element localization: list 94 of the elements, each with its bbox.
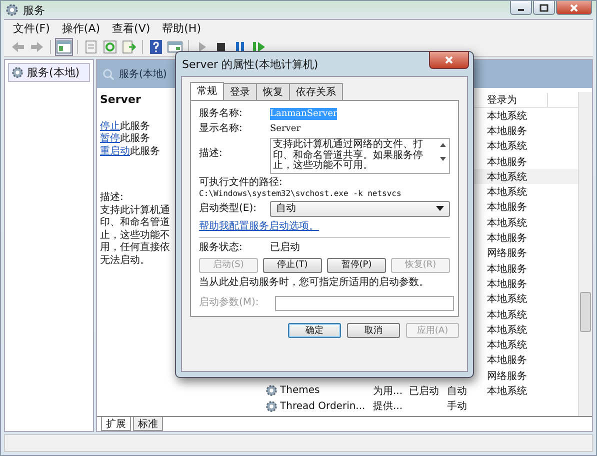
logon-cell-text: 本地系统 (487, 324, 527, 337)
startup-type-cell-text: 手动 (447, 400, 467, 414)
action-text: 此服务 (120, 133, 150, 144)
action-link[interactable]: 停止 (100, 120, 120, 132)
view-tab[interactable]: 扩展 (101, 417, 131, 431)
path-value: C:\Windows\system32\svchost.exe -k netsvcs (199, 188, 402, 198)
logon-cell-text: 网络服务 (487, 247, 527, 260)
column-header[interactable]: 登录为 (486, 92, 548, 106)
display-name-value: Server (270, 122, 301, 134)
action-link[interactable]: 重启动 (100, 146, 130, 156)
properties-icon[interactable] (83, 38, 99, 54)
service-button[interactable]: 暂停(P) (327, 258, 386, 272)
dialog-tab[interactable]: 依存关系 (289, 83, 343, 100)
logon-cell-text: 本地服务 (487, 354, 527, 368)
dialog-tab[interactable]: 恢复 (256, 83, 290, 100)
view-tab[interactable]: 标准 (133, 417, 163, 431)
menu-item[interactable]: 操作(A) (56, 21, 106, 36)
caret-icon (436, 206, 444, 211)
panel-title: 服务(本地) (119, 68, 167, 81)
help-link[interactable]: 帮助我配置服务启动选项。 (199, 220, 450, 232)
logon-cell-text: 本地服务 (487, 232, 527, 246)
description-cell-text: 为用... (373, 384, 403, 398)
action-text: 此服务 (120, 120, 150, 132)
tree-item-label: 服务(本地) (27, 65, 80, 80)
help-icon[interactable] (148, 38, 164, 54)
logon-cell-text: 本地服务 (487, 200, 527, 214)
path-label: 可执行文件的路径: (199, 176, 284, 188)
service-button[interactable]: 停止(T) (263, 258, 322, 272)
description-text: 支持此计算机通过网络的文件、打印、和命名管道共享。如果服务停止，这些功能不可用。 (273, 140, 424, 172)
refresh-icon[interactable] (102, 38, 118, 54)
startup-type-dropdown[interactable]: 自动 (270, 200, 450, 216)
field-label: 描述: (199, 148, 224, 160)
field-label: 服务名称: (199, 108, 244, 120)
action-text: 此服务 (130, 146, 160, 156)
logon-cell-text: 本地系统 (487, 338, 527, 352)
logon-cell-text: 本地系统 (487, 186, 527, 200)
logon-cell-text: 本地系统 (487, 110, 527, 123)
maximize-button[interactable] (533, 1, 555, 15)
menu-item[interactable]: 文件(F) (8, 21, 55, 36)
logon-cell-text: 本地服务 (487, 124, 527, 138)
window-icon[interactable] (167, 38, 183, 54)
logon-cell-text: 网络服务 (487, 370, 527, 383)
description-line: 支持此计算机通 (100, 204, 170, 216)
console-tree-icon[interactable] (56, 38, 72, 54)
gear-icon (265, 384, 278, 398)
search-icon (102, 68, 115, 80)
field-label: 服务状态: (199, 242, 244, 254)
service-name-cell: Thread Orderin... (280, 400, 366, 412)
window-title: 服务 (23, 2, 45, 18)
description-line: 用，任何直接依 (100, 242, 170, 254)
dialog-title: Server 的属性(本地计算机) (182, 56, 318, 72)
close-icon (444, 56, 454, 64)
status-cell-text: 已启动 (409, 384, 439, 398)
export-icon[interactable] (121, 38, 137, 54)
logon-cell-text: 本地系统 (487, 140, 527, 154)
logon-cell-text: 本地服务 (487, 278, 527, 291)
dialog-tab[interactable]: 登录 (223, 83, 257, 100)
dialog-button[interactable]: 取消 (347, 322, 400, 338)
service-name-value: LanmanServer (270, 108, 338, 120)
maximize-icon (539, 4, 549, 12)
dialog-button[interactable]: 确定 (288, 322, 341, 338)
logon-cell-text: 本地服务 (487, 262, 527, 276)
description-box[interactable]: 支持此计算机通过网络的文件、打印、和命名管道共享。如果服务停止，这些功能不可用。 (270, 138, 450, 174)
menu-item[interactable]: 帮助(H) (157, 21, 206, 36)
close-button[interactable] (556, 1, 592, 15)
gear-icon (5, 3, 19, 17)
gear-icon (11, 66, 24, 79)
scrollbar[interactable] (578, 92, 592, 416)
logon-cell-text: 本地系统 (487, 308, 527, 322)
description-line: 无法启动。 (100, 254, 150, 267)
service-title: Server (100, 94, 142, 106)
minimize-button[interactable] (510, 1, 532, 15)
service-status-value: 已启动 (270, 242, 300, 254)
field-label: 显示名称: (199, 122, 244, 134)
logon-cell-text: 本地服务 (487, 156, 527, 169)
startup-type-cell-text: 自动 (447, 384, 467, 398)
field-label: 启动参数(M): (199, 297, 260, 309)
logon-cell-text: 本地系统 (487, 384, 527, 398)
description-line: 止，这些功能不 (100, 230, 170, 242)
dialog-tab[interactable]: 常规 (190, 82, 224, 100)
menu-item[interactable]: 查看(V) (107, 21, 156, 36)
close-button[interactable] (429, 51, 469, 69)
logon-cell-text: 本地系统 (487, 170, 527, 184)
action-link[interactable]: 暂停 (100, 133, 120, 144)
description-cell-text: 提供... (373, 400, 403, 414)
gear-icon (265, 400, 278, 413)
field-label: 启动类型(E): (199, 202, 258, 214)
close-icon (569, 4, 579, 12)
hint-text: 当从此处启动服务时，您可指定所适用的启动参数。 (199, 276, 430, 288)
logon-cell-text: 本地系统 (487, 216, 527, 230)
description-line: 印、和命名管道 (100, 217, 170, 230)
service-name-cell: Themes (280, 385, 320, 396)
tree-item[interactable]: 服务(本地) (8, 63, 90, 82)
logon-cell-text: 本地系统 (487, 292, 527, 306)
